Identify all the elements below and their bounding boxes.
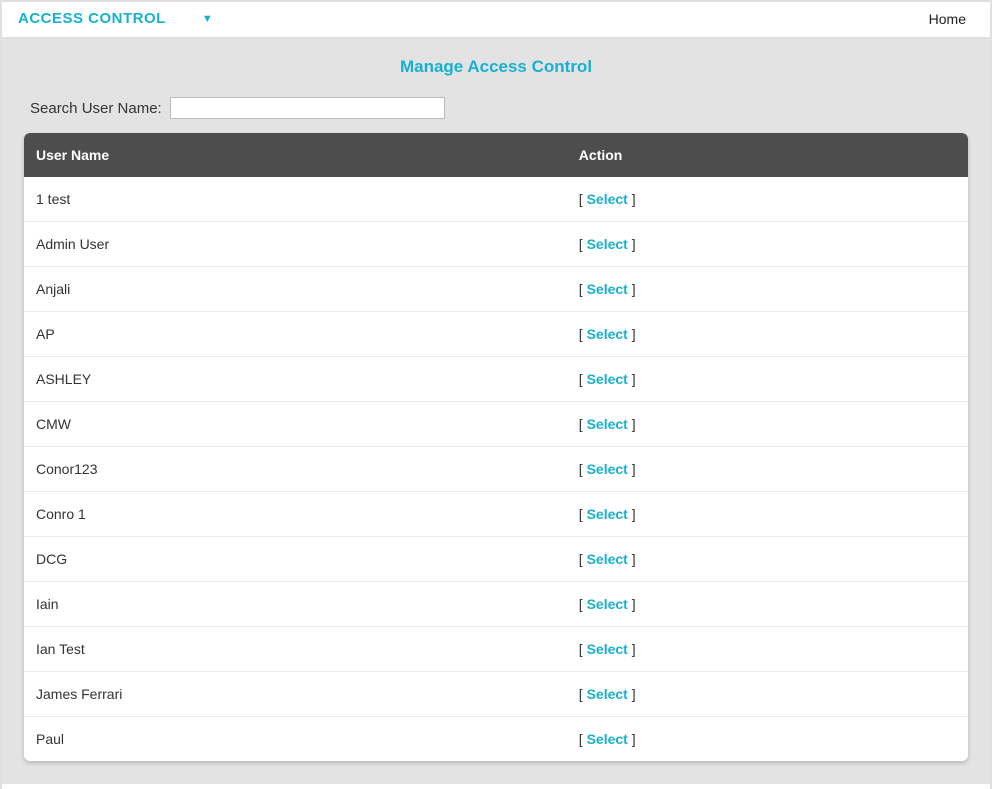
home-link[interactable]: Home	[929, 11, 974, 27]
select-link[interactable]: Select	[587, 236, 628, 252]
bracket-close: ]	[628, 371, 636, 387]
cell-user: Conor123	[36, 461, 579, 477]
cell-action: [ Select ]	[579, 641, 956, 657]
select-link[interactable]: Select	[587, 596, 628, 612]
bracket-open: [	[579, 641, 587, 657]
bracket-close: ]	[628, 416, 636, 432]
cell-action: [ Select ]	[579, 506, 956, 522]
search-label: Search User Name:	[30, 100, 162, 117]
bracket-close: ]	[628, 281, 636, 297]
cell-action: [ Select ]	[579, 596, 956, 612]
user-table: User Name Action 1 test[ Select ]Admin U…	[24, 133, 968, 761]
table-row: Admin User[ Select ]	[24, 221, 968, 266]
cell-user: Paul	[36, 731, 579, 747]
cell-user: 1 test	[36, 191, 579, 207]
bracket-open: [	[579, 461, 587, 477]
table-header: User Name Action	[24, 133, 968, 177]
table-row: Ian Test[ Select ]	[24, 626, 968, 671]
select-link[interactable]: Select	[587, 371, 628, 387]
cell-action: [ Select ]	[579, 461, 956, 477]
topbar: ACCESS CONTROL ▼ Home	[2, 2, 990, 39]
table-row: 1 test[ Select ]	[24, 177, 968, 221]
select-link[interactable]: Select	[587, 551, 628, 567]
cell-action: [ Select ]	[579, 326, 956, 342]
cell-user: Conro 1	[36, 506, 579, 522]
select-link[interactable]: Select	[587, 326, 628, 342]
table-row: Paul[ Select ]	[24, 716, 968, 761]
bracket-close: ]	[628, 686, 636, 702]
bracket-open: [	[579, 326, 587, 342]
header-user: User Name	[36, 147, 579, 163]
cell-action: [ Select ]	[579, 281, 956, 297]
bracket-open: [	[579, 731, 587, 747]
table-row: Conro 1[ Select ]	[24, 491, 968, 536]
table-row: AP[ Select ]	[24, 311, 968, 356]
topbar-title: ACCESS CONTROL	[18, 10, 166, 27]
cell-user: Iain	[36, 596, 579, 612]
table-row: ASHLEY[ Select ]	[24, 356, 968, 401]
bracket-open: [	[579, 191, 587, 207]
cell-user: DCG	[36, 551, 579, 567]
table-body: 1 test[ Select ]Admin User[ Select ]Anja…	[24, 177, 968, 761]
cell-user: Admin User	[36, 236, 579, 252]
bracket-open: [	[579, 371, 587, 387]
select-link[interactable]: Select	[587, 731, 628, 747]
cell-action: [ Select ]	[579, 236, 956, 252]
dropdown-caret-icon[interactable]: ▼	[202, 13, 213, 25]
select-link[interactable]: Select	[587, 191, 628, 207]
select-link[interactable]: Select	[587, 281, 628, 297]
table-row: James Ferrari[ Select ]	[24, 671, 968, 716]
bracket-open: [	[579, 416, 587, 432]
cell-user: Ian Test	[36, 641, 579, 657]
cell-user: James Ferrari	[36, 686, 579, 702]
bracket-close: ]	[628, 236, 636, 252]
select-link[interactable]: Select	[587, 686, 628, 702]
cell-action: [ Select ]	[579, 686, 956, 702]
content-area: Manage Access Control Search User Name: …	[2, 39, 990, 784]
search-input[interactable]	[170, 97, 445, 119]
bracket-open: [	[579, 281, 587, 297]
bracket-close: ]	[628, 506, 636, 522]
cell-user: ASHLEY	[36, 371, 579, 387]
cell-user: CMW	[36, 416, 579, 432]
page-title: Manage Access Control	[24, 57, 968, 77]
table-row: DCG[ Select ]	[24, 536, 968, 581]
table-row: Conor123[ Select ]	[24, 446, 968, 491]
cell-action: [ Select ]	[579, 371, 956, 387]
bracket-open: [	[579, 551, 587, 567]
select-link[interactable]: Select	[587, 416, 628, 432]
bracket-open: [	[579, 236, 587, 252]
cell-user: AP	[36, 326, 579, 342]
bracket-close: ]	[628, 731, 636, 747]
select-link[interactable]: Select	[587, 461, 628, 477]
bracket-close: ]	[628, 641, 636, 657]
select-link[interactable]: Select	[587, 641, 628, 657]
cell-user: Anjali	[36, 281, 579, 297]
search-row: Search User Name:	[24, 97, 968, 133]
bracket-close: ]	[628, 596, 636, 612]
bracket-close: ]	[628, 191, 636, 207]
bracket-open: [	[579, 506, 587, 522]
header-action: Action	[579, 147, 956, 163]
table-row: Anjali[ Select ]	[24, 266, 968, 311]
cell-action: [ Select ]	[579, 551, 956, 567]
select-link[interactable]: Select	[587, 506, 628, 522]
bracket-open: [	[579, 686, 587, 702]
cell-action: [ Select ]	[579, 731, 956, 747]
bracket-open: [	[579, 596, 587, 612]
cell-action: [ Select ]	[579, 191, 956, 207]
table-row: CMW[ Select ]	[24, 401, 968, 446]
bracket-close: ]	[628, 551, 636, 567]
table-row: Iain[ Select ]	[24, 581, 968, 626]
bracket-close: ]	[628, 326, 636, 342]
bracket-close: ]	[628, 461, 636, 477]
cell-action: [ Select ]	[579, 416, 956, 432]
